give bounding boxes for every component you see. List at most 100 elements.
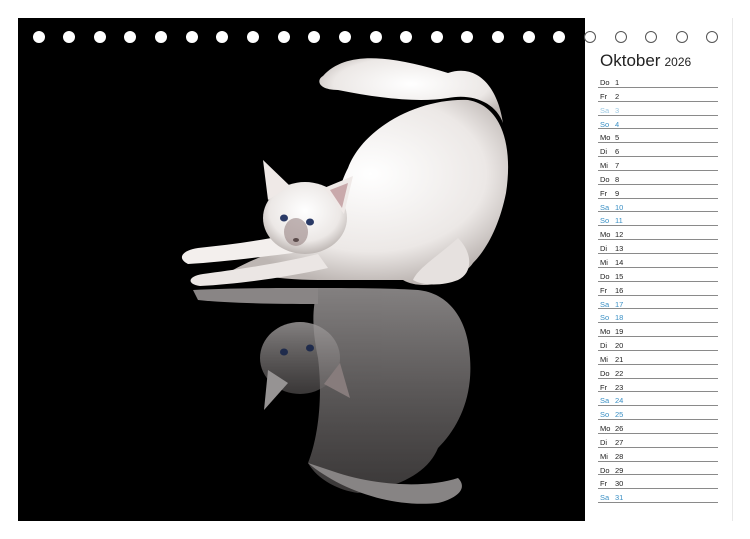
day-number: 4 — [615, 119, 620, 129]
day-number: 16 — [615, 285, 624, 295]
weekday-label: Mo — [600, 327, 611, 337]
spiral-binding-holes — [0, 31, 750, 49]
day-row: Mi 7 — [598, 157, 718, 171]
weekday-label: Di — [600, 437, 608, 447]
day-number: 27 — [615, 437, 624, 447]
day-row: Mi 21 — [598, 351, 718, 365]
binding-hole — [33, 31, 45, 43]
day-row: So 18 — [598, 309, 718, 324]
weekday-label: Sa — [600, 202, 610, 212]
day-number: 13 — [615, 244, 624, 254]
day-number: 28 — [615, 451, 624, 461]
day-row: Sa 3 — [598, 102, 718, 116]
day-number: 8 — [615, 174, 620, 184]
binding-hole — [124, 31, 136, 43]
day-row: Fr 2 — [598, 88, 718, 102]
weekday-label: Do — [600, 465, 610, 475]
binding-hole — [186, 31, 198, 43]
day-row: So 25 — [598, 406, 718, 421]
day-row: Sa 24 — [598, 392, 718, 407]
day-row: Do 1 — [598, 74, 718, 88]
weekday-label: Mo — [600, 424, 611, 434]
day-number: 25 — [615, 410, 624, 420]
binding-hole — [339, 31, 351, 43]
day-row: Sa 17 — [598, 296, 718, 310]
page-edge — [732, 18, 733, 521]
binding-hole — [308, 31, 320, 43]
day-number: 11 — [615, 216, 623, 226]
day-row: So 11 — [598, 212, 718, 227]
weekday-label: Do — [600, 78, 610, 87]
day-row: Mo 26 — [598, 420, 718, 434]
day-row: Do 22 — [598, 365, 718, 379]
binding-hole — [676, 31, 688, 43]
day-number: 6 — [615, 147, 620, 157]
weekday-label: Fr — [600, 188, 608, 198]
day-row: Do 8 — [598, 171, 718, 185]
binding-hole — [370, 31, 382, 43]
binding-hole — [492, 31, 504, 43]
binding-hole — [247, 31, 259, 43]
day-row: Di 13 — [598, 240, 718, 254]
day-row: Sa 31 — [598, 489, 718, 504]
weekday-label: Mi — [600, 451, 608, 461]
day-row: Mo 19 — [598, 323, 718, 338]
day-number: 7 — [615, 161, 620, 171]
calendar-page: Oktober 2026 Do 1 Fr 2 Sa 3 So 4 Mo 5 Di 6 Mi 7 Do 8 Fr 9 S… — [0, 0, 750, 539]
day-number: 20 — [615, 341, 624, 351]
day-number: 12 — [615, 230, 624, 240]
day-number: 2 — [615, 91, 620, 101]
weekday-label: Mi — [600, 257, 608, 267]
month-title: Oktober 2026 — [600, 51, 691, 71]
binding-hole — [155, 31, 167, 43]
weekday-label: So — [600, 216, 610, 226]
day-row: Do 29 — [598, 462, 718, 476]
weekday-label: Sa — [600, 299, 610, 309]
weekday-label: Fr — [600, 382, 608, 392]
day-number: 15 — [615, 271, 624, 281]
day-row: So 4 — [598, 116, 718, 130]
weekday-label: Sa — [600, 396, 610, 406]
binding-hole — [645, 31, 657, 43]
weekday-label: Do — [600, 271, 610, 281]
binding-hole — [553, 31, 565, 43]
day-row: Fr 16 — [598, 282, 718, 296]
day-number: 18 — [615, 313, 624, 323]
binding-hole — [523, 31, 535, 43]
weekday-label: Sa — [600, 105, 610, 115]
day-row: Do 15 — [598, 268, 718, 282]
weekday-label: Di — [600, 341, 608, 351]
day-number: 31 — [615, 493, 624, 503]
binding-hole — [400, 31, 412, 43]
day-number: 21 — [615, 354, 624, 364]
day-number: 5 — [615, 133, 620, 143]
weekday-label: Do — [600, 368, 610, 378]
kitten-photo — [18, 18, 585, 521]
day-number: 29 — [615, 465, 624, 475]
day-number: 26 — [615, 424, 624, 434]
day-row: Fr 9 — [598, 185, 718, 199]
day-number: 9 — [615, 188, 620, 198]
day-number: 19 — [615, 327, 624, 337]
binding-hole — [431, 31, 443, 43]
day-number: 10 — [615, 202, 624, 212]
binding-hole — [706, 31, 718, 43]
weekday-label: Fr — [600, 479, 608, 489]
day-number: 3 — [615, 105, 620, 115]
weekday-label: Mo — [600, 133, 611, 143]
day-list: Do 1 Fr 2 Sa 3 So 4 Mo 5 Di 6 Mi 7 Do 8 Fr 9 Sa 10 So 11 Mo 12 D… — [598, 74, 718, 504]
day-row: Di 27 — [598, 434, 718, 448]
weekday-label: Di — [600, 244, 608, 254]
kitten-image — [181, 58, 509, 504]
day-number: 23 — [615, 382, 624, 392]
binding-hole — [94, 31, 106, 43]
day-row: Mi 14 — [598, 254, 718, 268]
day-number: 24 — [615, 396, 624, 406]
day-number: 14 — [615, 257, 624, 267]
day-number: 30 — [615, 479, 624, 489]
day-number: 1 — [615, 78, 620, 87]
binding-hole — [278, 31, 290, 43]
day-number: 17 — [615, 299, 624, 309]
binding-hole — [615, 31, 627, 43]
binding-hole — [63, 31, 75, 43]
